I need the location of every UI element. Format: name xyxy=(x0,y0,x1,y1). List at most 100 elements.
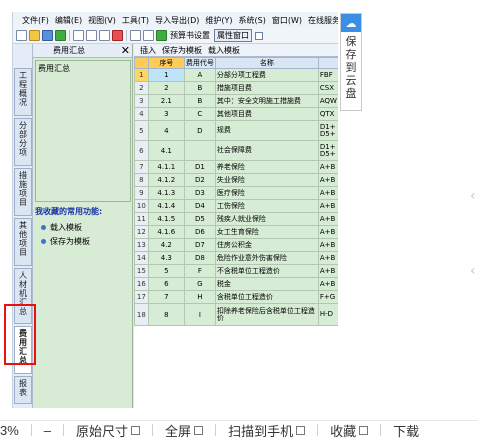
delete-icon[interactable] xyxy=(112,30,123,41)
menu-file[interactable]: 文件(F) xyxy=(19,15,52,26)
property-window-button[interactable]: 属性窗口 xyxy=(214,29,252,42)
cell-no[interactable]: 4.1.3 xyxy=(147,186,185,200)
cell-no[interactable]: 4.1.1 xyxy=(147,160,185,174)
tab-project-overview[interactable]: 工程概况 xyxy=(14,68,32,116)
column-header-name[interactable]: 名称 xyxy=(214,57,319,69)
cell-base[interactable]: D1+D5+ xyxy=(317,120,338,141)
table-row[interactable]: 3 2.1 B 其中：安全文明施工措施费 AQW xyxy=(134,94,338,108)
tree-item-fee-summary[interactable]: 费用汇总 xyxy=(38,64,70,73)
table-row[interactable]: 14 4.3 D8 危险作业意外伤害保险 A+B xyxy=(134,251,338,265)
cell-name[interactable]: 医疗保险 xyxy=(214,186,319,200)
row-number[interactable]: 6 xyxy=(134,140,149,161)
cell-base[interactable]: F+G xyxy=(317,290,338,304)
cell-no[interactable]: 4.2 xyxy=(147,238,185,252)
cell-name[interactable]: 规费 xyxy=(214,120,319,141)
undo-icon[interactable] xyxy=(130,30,141,41)
cell-name[interactable]: 女工生育保险 xyxy=(214,225,319,239)
row-number[interactable]: 15 xyxy=(134,264,149,278)
cell-name[interactable]: 扣除养老保险后含税单位工程造价 xyxy=(214,303,319,326)
cell-code[interactable] xyxy=(183,140,216,161)
table-row[interactable]: 18 8 I 扣除养老保险后含税单位工程造价 H-D xyxy=(134,303,338,326)
table-row[interactable]: 10 4.1.4 D4 工伤保险 A+B xyxy=(134,199,338,213)
cell-code[interactable]: A xyxy=(183,68,216,82)
cell-name[interactable]: 措施项目费 xyxy=(214,81,319,95)
cell-name[interactable]: 含税单位工程造价 xyxy=(214,290,319,304)
cell-base[interactable]: A+B xyxy=(317,199,338,213)
save-as-template-link[interactable]: 保存为模板 xyxy=(41,236,90,247)
menu-window[interactable]: 窗口(W) xyxy=(269,15,305,26)
tab-reports[interactable]: 报表 xyxy=(14,376,32,404)
table-row[interactable]: 7 4.1.1 D1 养老保险 A+B xyxy=(134,160,338,174)
menu-import-export[interactable]: 导入导出(D) xyxy=(152,15,202,26)
row-number[interactable]: 13 xyxy=(134,238,149,252)
cell-base[interactable]: D1+D5+ xyxy=(317,140,338,161)
cell-base[interactable]: A+B xyxy=(317,238,338,252)
row-number[interactable]: 5 xyxy=(134,120,149,141)
table-row[interactable]: 2 2 B 措施项目费 CSX xyxy=(134,81,338,95)
column-header-no[interactable]: 序号 xyxy=(147,57,185,69)
cell-base[interactable]: A+B xyxy=(317,264,338,278)
cell-no[interactable]: 3 xyxy=(147,107,185,121)
row-number[interactable]: 4 xyxy=(134,107,149,121)
menu-tools[interactable]: 工具(T) xyxy=(119,15,152,26)
cell-code[interactable]: D1 xyxy=(183,160,216,174)
cell-code[interactable]: D2 xyxy=(183,173,216,187)
budget-settings-icon[interactable] xyxy=(156,30,167,41)
toolbar-checkbox[interactable] xyxy=(255,31,263,40)
cell-name[interactable]: 其他项目费 xyxy=(214,107,319,121)
zoom-out-button[interactable]: – xyxy=(44,423,51,438)
table-row[interactable]: 4 3 C 其他项目费 QTX xyxy=(134,107,338,121)
new-file-icon[interactable] xyxy=(16,30,27,41)
budget-settings-label[interactable]: 预算书设置 xyxy=(170,30,210,41)
row-number[interactable]: 8 xyxy=(134,173,149,187)
row-number[interactable]: 18 xyxy=(134,303,149,326)
cell-code[interactable]: I xyxy=(183,303,216,326)
cell-base[interactable]: A+B xyxy=(317,186,338,200)
cell-code[interactable]: D3 xyxy=(183,186,216,200)
table-row[interactable]: 5 4 D 规费 D1+D5+ xyxy=(134,120,338,141)
cell-code[interactable]: F xyxy=(183,264,216,278)
cell-code[interactable]: G xyxy=(183,277,216,291)
paste-icon[interactable] xyxy=(99,30,110,41)
cut-icon[interactable] xyxy=(73,30,84,41)
cell-base[interactable]: FBF xyxy=(317,68,338,82)
cell-no[interactable]: 4.3 xyxy=(147,251,185,265)
row-number[interactable]: 9 xyxy=(134,186,149,200)
next-arrow-icon[interactable]: ‹ xyxy=(470,188,476,204)
tab-other-items[interactable]: 其他项目 xyxy=(14,218,32,266)
cell-base[interactable]: A+B xyxy=(317,225,338,239)
table-row[interactable]: 8 4.1.2 D2 失业保险 A+B xyxy=(134,173,338,187)
cell-code[interactable]: D6 xyxy=(183,225,216,239)
row-number[interactable]: 11 xyxy=(134,212,149,226)
cell-code[interactable]: D4 xyxy=(183,199,216,213)
save-as-template-button[interactable]: 保存为模板 xyxy=(162,45,202,56)
cell-code[interactable]: D5 xyxy=(183,212,216,226)
table-row[interactable]: 11 4.1.5 D5 残疾人就业保险 A+B xyxy=(134,212,338,226)
menu-online-service[interactable]: 在线服务 xyxy=(305,15,338,26)
cell-no[interactable]: 2.1 xyxy=(147,94,185,108)
table-row[interactable]: 17 7 H 含税单位工程造价 F+G xyxy=(134,290,338,304)
cell-name[interactable]: 其中：安全文明施工措施费 xyxy=(214,94,319,108)
cell-code[interactable]: C xyxy=(183,107,216,121)
cell-name[interactable]: 工伤保险 xyxy=(214,199,319,213)
cell-no[interactable]: 4.1.5 xyxy=(147,212,185,226)
cell-name[interactable]: 税金 xyxy=(214,277,319,291)
cell-base[interactable]: A+B xyxy=(317,160,338,174)
open-folder-icon[interactable] xyxy=(29,30,40,41)
table-row[interactable]: 15 5 F 不含税单位工程造价 A+B xyxy=(134,264,338,278)
cell-base[interactable]: H-D xyxy=(317,303,338,326)
cell-code[interactable]: H xyxy=(183,290,216,304)
cell-name[interactable]: 不含税单位工程造价 xyxy=(214,264,319,278)
cell-name[interactable]: 住房公积金 xyxy=(214,238,319,252)
prev-arrow-icon[interactable]: ‹ xyxy=(470,263,476,279)
menu-view[interactable]: 视图(V) xyxy=(85,15,119,26)
tab-sub-items[interactable]: 分部分项 xyxy=(14,118,32,166)
cell-no[interactable]: 1 xyxy=(147,68,185,82)
cell-no[interactable]: 4 xyxy=(147,120,185,141)
save-to-cloud-widget[interactable]: ☁ 保存到云盘 xyxy=(340,13,362,111)
cell-base[interactable]: QTX xyxy=(317,107,338,121)
table-row[interactable]: 9 4.1.3 D3 医疗保险 A+B xyxy=(134,186,338,200)
table-row[interactable]: 6 4.1 社会保障费 D1+D5+ xyxy=(134,140,338,161)
table-row[interactable]: 12 4.1.6 D6 女工生育保险 A+B xyxy=(134,225,338,239)
cell-base[interactable]: CSX xyxy=(317,81,338,95)
